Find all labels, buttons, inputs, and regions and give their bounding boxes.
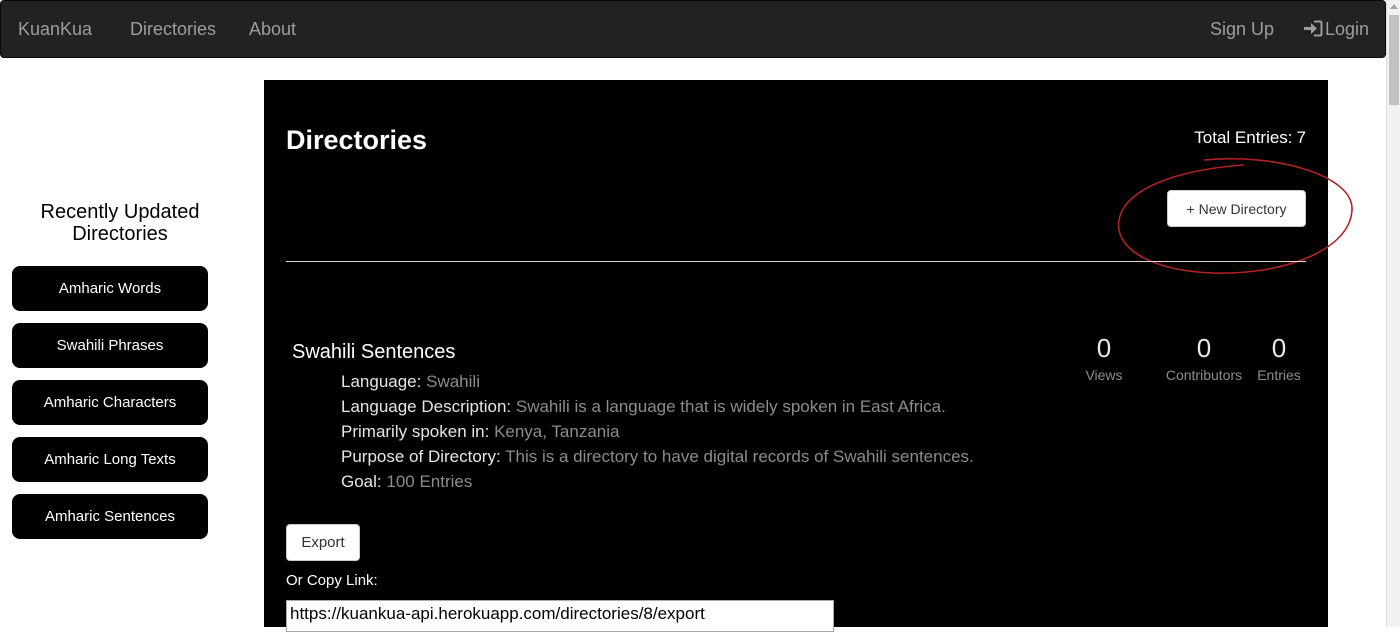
detail-label: Language: bbox=[341, 372, 422, 391]
top-navbar: KuanKua Directories About Sign Up Login bbox=[0, 0, 1386, 58]
sidebar-item-amharic-characters[interactable]: Amharic Characters bbox=[12, 380, 208, 425]
divider bbox=[286, 261, 1306, 262]
detail-value: 100 Entries bbox=[386, 472, 473, 491]
sidebar-item-amharic-words[interactable]: Amharic Words bbox=[12, 266, 208, 311]
detail-value: Swahili is a language that is widely spo… bbox=[515, 397, 946, 416]
views-label: Views bbox=[1085, 367, 1123, 383]
directory-details: Language: Swahili Language Description: … bbox=[341, 369, 974, 494]
login-label: Login bbox=[1325, 19, 1370, 39]
views-count: 0 bbox=[1096, 333, 1112, 363]
contributors-label: Contributors bbox=[1165, 367, 1243, 383]
directory-name[interactable]: Swahili Sentences bbox=[292, 341, 455, 364]
sign-up-link[interactable]: Sign Up bbox=[1210, 19, 1274, 40]
scroll-up-arrow-icon[interactable] bbox=[1390, 4, 1398, 9]
detail-language: Language: Swahili bbox=[341, 369, 974, 394]
sidebar-item-amharic-sentences[interactable]: Amharic Sentences bbox=[12, 494, 208, 539]
page-title: Directories bbox=[286, 125, 428, 155]
nav-link-about[interactable]: About bbox=[249, 19, 296, 40]
sidebar-item-swahili-phrases[interactable]: Swahili Phrases bbox=[12, 323, 208, 368]
total-entries-value: 7 bbox=[1296, 128, 1306, 147]
export-button[interactable]: Export bbox=[286, 524, 360, 561]
new-directory-button[interactable]: + New Directory bbox=[1167, 190, 1306, 227]
copy-link-label: Or Copy Link: bbox=[286, 572, 378, 589]
sidebar-item-amharic-long-texts[interactable]: Amharic Long Texts bbox=[12, 437, 208, 482]
detail-purpose: Purpose of Directory: This is a director… bbox=[341, 444, 974, 469]
detail-label: Goal: bbox=[341, 472, 382, 491]
total-entries: Total Entries: 7 bbox=[1190, 128, 1306, 148]
detail-primarily-spoken-in: Primarily spoken in: Kenya, Tanzania bbox=[341, 419, 974, 444]
stat-entries: 0 Entries bbox=[1249, 333, 1309, 383]
brand-link[interactable]: KuanKua bbox=[18, 19, 92, 40]
recent-directories-list: Amharic Words Swahili Phrases Amharic Ch… bbox=[12, 266, 208, 551]
detail-language-description: Language Description: Swahili is a langu… bbox=[341, 394, 974, 419]
export-link-field[interactable]: https://kuankua-api.herokuapp.com/direct… bbox=[286, 600, 834, 632]
scrollbar-thumb[interactable] bbox=[1389, 15, 1399, 105]
sign-in-icon bbox=[1303, 20, 1323, 42]
stat-views: 0 Views bbox=[1074, 333, 1134, 383]
login-link[interactable]: Login bbox=[1303, 19, 1369, 42]
nav-link-directories[interactable]: Directories bbox=[130, 19, 216, 40]
stat-contributors: 0 Contributors bbox=[1159, 333, 1249, 383]
detail-label: Purpose of Directory: bbox=[341, 447, 501, 466]
detail-value: Swahili bbox=[426, 372, 480, 391]
detail-label: Language Description: bbox=[341, 397, 512, 416]
directories-panel: Directories Total Entries: 7 + New Direct… bbox=[264, 80, 1353, 632]
page-scrollbar[interactable] bbox=[1386, 0, 1400, 627]
total-entries-label: Total Entries: bbox=[1194, 128, 1293, 147]
sidebar-title: Recently Updated Directories bbox=[40, 201, 200, 245]
detail-label: Primarily spoken in: bbox=[341, 422, 490, 441]
detail-value: Kenya, Tanzania bbox=[494, 422, 620, 441]
entries-label: Entries bbox=[1257, 367, 1301, 383]
detail-value: This is a directory to have digital reco… bbox=[505, 447, 974, 466]
contributors-count: 0 bbox=[1196, 333, 1212, 363]
detail-goal: Goal: 100 Entries bbox=[341, 469, 974, 494]
entries-count: 0 bbox=[1271, 333, 1287, 363]
